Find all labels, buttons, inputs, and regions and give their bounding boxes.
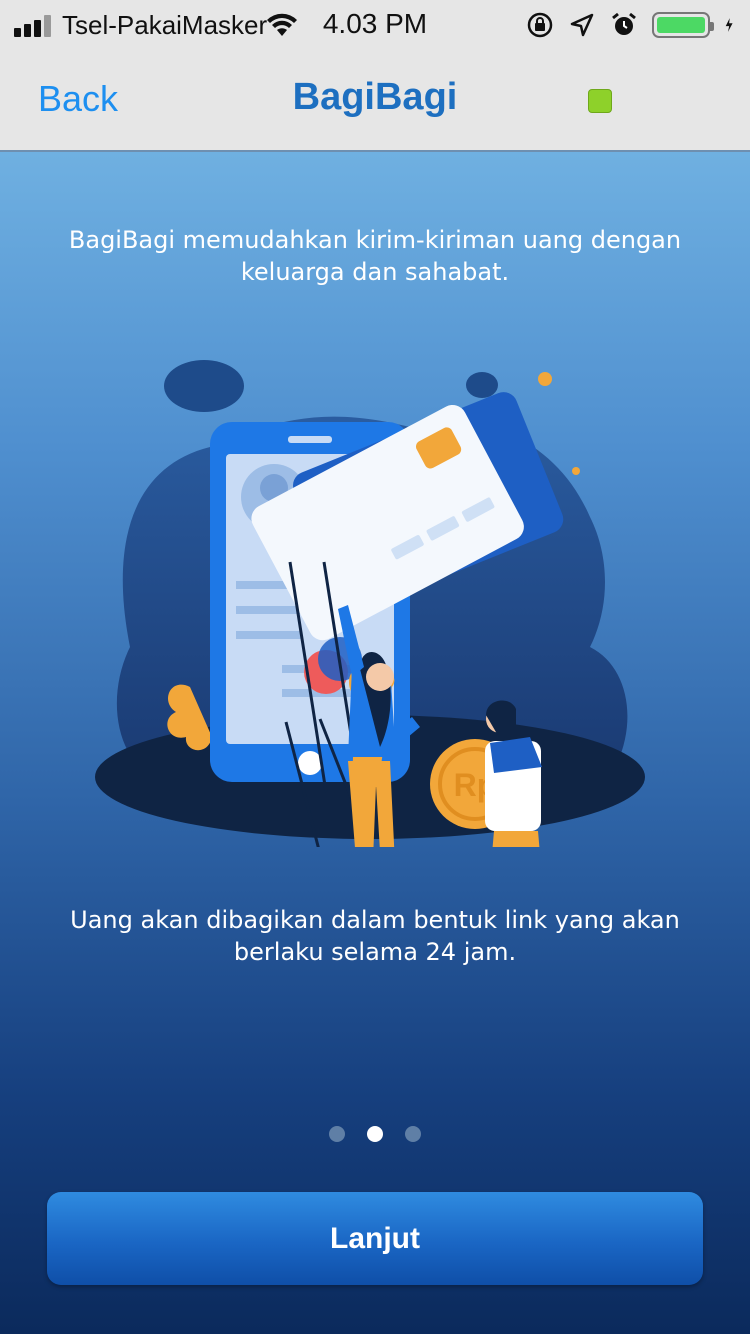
navigation-bar: Back BagiBagi — [0, 50, 750, 152]
charging-icon — [725, 18, 733, 32]
page-dot-active[interactable] — [367, 1126, 383, 1142]
next-button[interactable]: Lanjut — [47, 1192, 703, 1285]
battery-icon — [652, 12, 714, 38]
status-bar: Tsel-PakaiMasker 4.03 PM — [0, 0, 750, 50]
onboarding-content: BagiBagi memudahkan kirim-kiriman uang d… — [0, 152, 750, 1334]
rotation-lock-icon — [527, 12, 553, 38]
status-indicator — [588, 89, 612, 113]
phone-card-money-illustration: Rp — [95, 360, 645, 847]
page-title: BagiBagi — [292, 76, 458, 118]
page-dot[interactable] — [329, 1126, 345, 1142]
status-icons — [526, 9, 740, 41]
intro-text: BagiBagi memudahkan kirim-kiriman uang d… — [68, 226, 682, 286]
info-text: Uang akan dibagikan dalam bentuk link ya… — [70, 906, 680, 966]
alarm-icon — [612, 12, 636, 35]
location-icon — [570, 13, 594, 37]
page-indicator — [0, 1126, 750, 1142]
page-dot[interactable] — [405, 1126, 421, 1142]
